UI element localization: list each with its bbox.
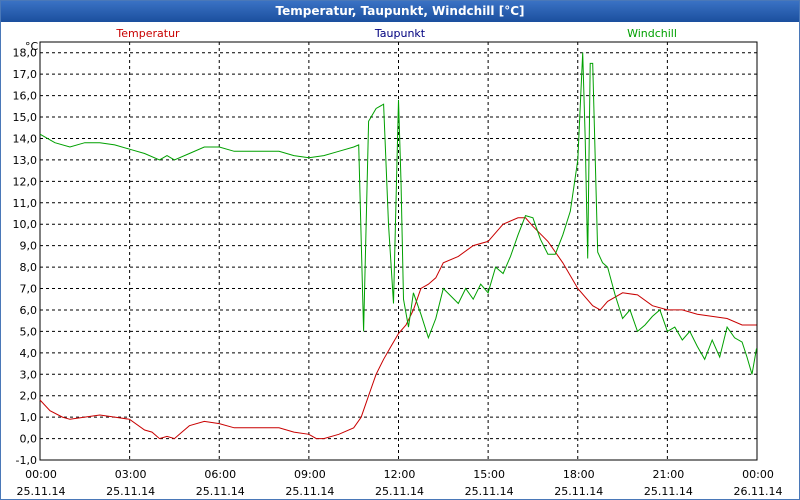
y-tick-label: 0,0 (20, 433, 38, 446)
x-tick-time: 00:00 (25, 468, 57, 481)
x-tick-time: 18:00 (563, 468, 595, 481)
y-tick-label: 12,0 (13, 175, 38, 188)
y-tick-label: 2,0 (20, 390, 38, 403)
y-tick-label: 3,0 (20, 368, 38, 381)
chart-canvas: -1,0 0,0 1,0 2,0 3,0 4,0 5,0 6,0 7,0 8,0 9,0 10,0 11… (13, 27, 783, 498)
x-tick-time: 21:00 (653, 468, 685, 481)
y-tick-label: 6,0 (20, 304, 38, 317)
x-tick-time: 00:00 (742, 468, 774, 481)
y-tick-label: 13,0 (13, 154, 38, 167)
x-tick-date: 25.11.14 (644, 485, 693, 498)
x-tick-date: 26.11.14 (734, 485, 783, 498)
x-tick-time: 15:00 (473, 468, 505, 481)
x-tick-date: 25.11.14 (106, 485, 155, 498)
y-tick-label: -1,0 (16, 454, 37, 467)
chart-window: Temperatur, Taupunkt, Windchill [°C] -1,… (0, 0, 800, 500)
y-tick-label: 16,0 (13, 90, 38, 103)
y-tick-label: 14,0 (13, 132, 38, 145)
legend-taupunkt: Taupunkt (374, 27, 426, 40)
y-tick-label: 10,0 (13, 218, 38, 231)
y-tick-label: 11,0 (13, 197, 38, 210)
y-tick-label: 4,0 (20, 347, 38, 360)
x-tick-time: 06:00 (204, 468, 236, 481)
x-tick-date: 25.11.14 (554, 485, 603, 498)
y-tick-label: 17,0 (13, 68, 38, 81)
legend-windchill: Windchill (627, 27, 677, 40)
x-tick-date: 25.11.14 (465, 485, 514, 498)
x-tick-time: 09:00 (294, 468, 326, 481)
legend-temperatur: Temperatur (115, 27, 180, 40)
y-tick-label: 8,0 (20, 261, 38, 274)
y-tick-label: 5,0 (20, 325, 38, 338)
x-tick-date: 25.11.14 (17, 485, 66, 498)
y-tick-label: 9,0 (20, 240, 38, 253)
x-tick-date: 25.11.14 (196, 485, 245, 498)
x-tick-date: 25.11.14 (375, 485, 424, 498)
x-tick-time: 03:00 (115, 468, 147, 481)
y-tick-label: 1,0 (20, 411, 38, 424)
x-tick-date: 25.11.14 (285, 485, 334, 498)
x-tick-time: 12:00 (384, 468, 416, 481)
y-tick-label: 7,0 (20, 283, 38, 296)
y-axis-unit: °C (25, 40, 39, 53)
y-tick-label: 15,0 (13, 111, 38, 124)
